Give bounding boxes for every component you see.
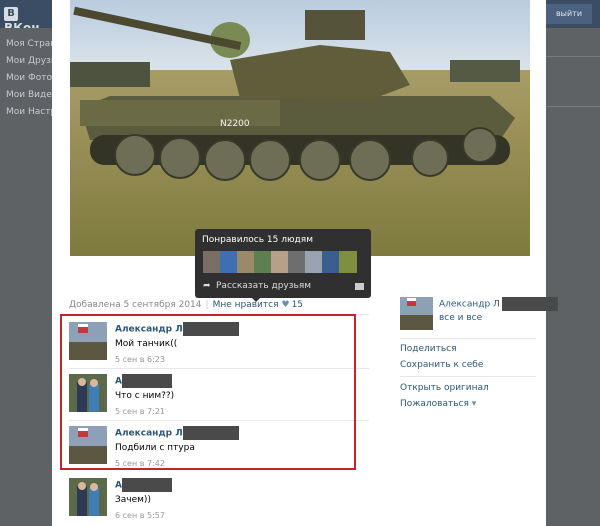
liker-avatar[interactable] <box>254 251 272 273</box>
divider <box>400 338 536 339</box>
tooltip-title[interactable]: Понравилось 15 людям <box>202 235 313 245</box>
heart-icon[interactable]: ♥ <box>281 300 289 310</box>
svg-text:N2200: N2200 <box>220 119 250 129</box>
liker-avatar[interactable] <box>203 251 221 273</box>
share-icon[interactable]: ➦ <box>203 281 213 291</box>
right-background <box>546 28 600 526</box>
chat-icon[interactable] <box>355 283 364 290</box>
sidebar-item-videos[interactable]: Мои Видео <box>0 87 52 104</box>
owner-avatar[interactable] <box>400 297 433 330</box>
highlight-box <box>60 314 356 470</box>
sidebar-item-settings[interactable]: Мои Настройки <box>0 104 52 121</box>
liker-avatar[interactable] <box>288 251 306 273</box>
chevron-down-icon: ▾ <box>471 399 477 409</box>
redaction <box>501 297 558 311</box>
sidebar-item-friends[interactable]: Мои Друзья <box>0 53 52 70</box>
liker-avatar[interactable] <box>339 251 357 273</box>
tank-photo[interactable]: N2200 <box>70 0 530 256</box>
vk-logo[interactable]: ВВКон <box>4 5 52 35</box>
liker-avatar[interactable] <box>237 251 255 273</box>
sidebar-item-photos[interactable]: Мои Фотографии <box>0 70 52 87</box>
save-link[interactable]: Сохранить к себе <box>400 360 483 370</box>
comment-author[interactable]: А <box>115 481 122 491</box>
likes-tooltip: Понравилось 15 людям ➦ Рассказать друзья… <box>195 229 371 298</box>
tell-friends-link[interactable]: Рассказать друзьям <box>216 281 311 291</box>
owner-name[interactable]: Александр Л <box>439 300 500 310</box>
tooltip-arrow <box>251 297 261 302</box>
liker-avatar[interactable] <box>305 251 323 273</box>
liker-avatar[interactable] <box>322 251 340 273</box>
divider <box>400 376 536 377</box>
liker-avatar[interactable] <box>220 251 238 273</box>
open-original-link[interactable]: Открыть оригинал <box>400 383 489 393</box>
comment-text: Зачем)) <box>115 495 151 505</box>
comment-item: А Зачем)) 6 сен в 5:57 <box>69 478 359 520</box>
privacy-setting[interactable]: все и все <box>439 313 482 323</box>
like-button[interactable]: Мне нравится <box>213 300 279 310</box>
added-date: Добавлена 5 сентября 2014 <box>69 300 202 310</box>
sidebar-item-my-page[interactable]: Моя Страница <box>0 36 52 53</box>
logout-button[interactable]: выйти <box>546 4 592 24</box>
redaction <box>121 478 172 492</box>
report-link[interactable]: Пожаловаться ▾ <box>400 399 476 409</box>
comment-time[interactable]: 6 сен в 5:57 <box>115 511 165 520</box>
photo-meta: Добавлена 5 сентября 2014 | Мне нравится ♥ 1… <box>69 300 304 310</box>
likes-count[interactable]: 15 <box>292 300 303 310</box>
liker-avatar[interactable] <box>271 251 289 273</box>
share-link[interactable]: Поделиться <box>400 344 457 354</box>
left-sidebar: Моя Страница Мои Друзья Мои Фотографии М… <box>0 28 52 526</box>
avatar[interactable] <box>69 478 107 516</box>
